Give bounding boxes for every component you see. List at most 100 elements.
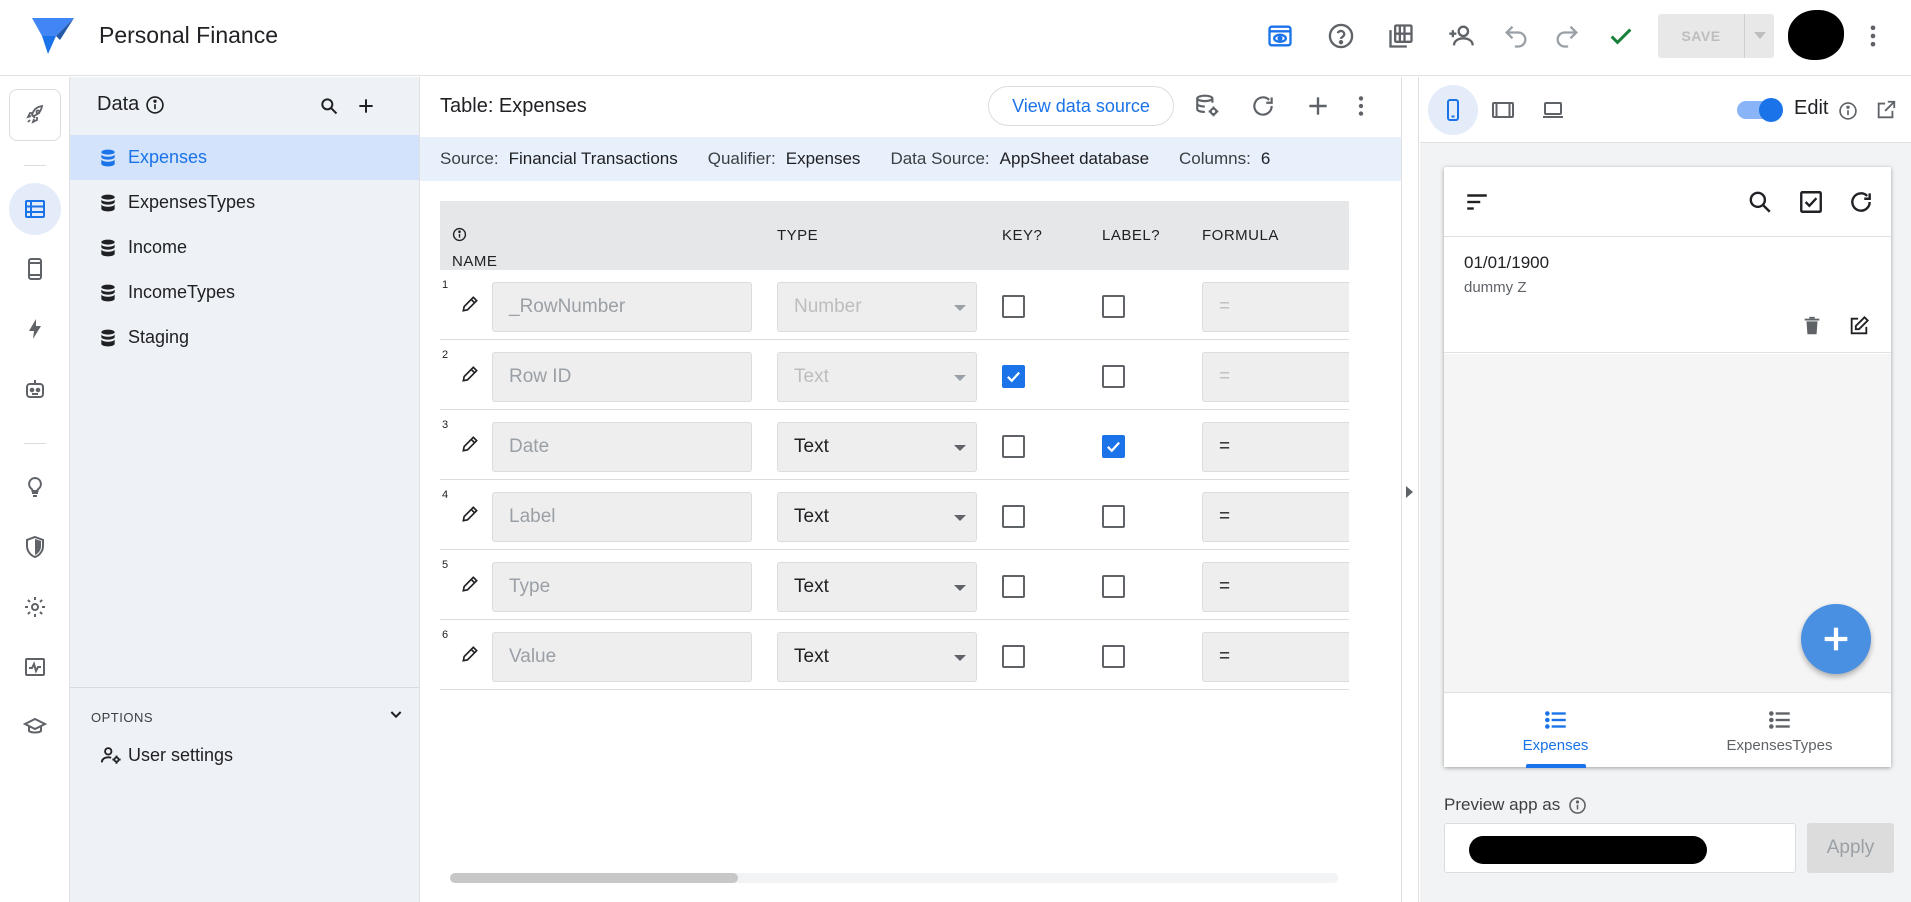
add-record-button[interactable]: [1801, 604, 1871, 674]
sort-icon[interactable]: [1462, 187, 1492, 217]
preview-icon[interactable]: [1262, 18, 1298, 54]
info-icon[interactable]: [452, 227, 467, 242]
open-in-new-icon[interactable]: [1875, 99, 1897, 121]
info-icon[interactable]: [145, 95, 165, 115]
edit-icon[interactable]: [1846, 313, 1872, 339]
pencil-icon[interactable]: [460, 574, 480, 594]
view-data-source-button[interactable]: View data source: [988, 86, 1174, 126]
refresh-icon[interactable]: [1246, 89, 1280, 123]
column-type-select[interactable]: Text: [777, 352, 977, 402]
table-item-expenses[interactable]: Expenses: [70, 135, 419, 180]
label-checkbox[interactable]: [1102, 505, 1125, 528]
apply-button[interactable]: Apply: [1807, 823, 1894, 873]
search-icon[interactable]: [316, 93, 342, 119]
edit-toggle[interactable]: [1737, 98, 1783, 122]
column-type-select[interactable]: Number: [777, 282, 977, 332]
add-column-icon[interactable]: [1301, 89, 1335, 123]
tablet-device-icon[interactable]: [1478, 85, 1528, 135]
undo-icon[interactable]: [1498, 18, 1534, 54]
share-add-person-icon[interactable]: [1443, 18, 1479, 54]
table-item-income[interactable]: Income: [70, 225, 419, 270]
redo-icon[interactable]: [1549, 18, 1585, 54]
formula-field[interactable]: =: [1202, 422, 1349, 472]
columns-value: 6: [1260, 149, 1271, 168]
key-checkbox[interactable]: [1002, 365, 1025, 388]
security-shield-icon[interactable]: [9, 521, 61, 573]
add-table-icon[interactable]: [353, 93, 379, 119]
user-settings-link[interactable]: User settings: [100, 744, 233, 766]
rocket-icon[interactable]: [9, 89, 61, 141]
pencil-icon[interactable]: [460, 644, 480, 664]
key-checkbox[interactable]: [1002, 575, 1025, 598]
chevron-down-icon[interactable]: [388, 706, 404, 727]
help-icon[interactable]: [1323, 18, 1359, 54]
formula-field[interactable]: =: [1202, 632, 1349, 682]
label-checkbox[interactable]: [1102, 365, 1125, 388]
preview-collapse-handle[interactable]: [1401, 77, 1419, 902]
label-checkbox[interactable]: [1102, 645, 1125, 668]
nav-tab-expensestypes[interactable]: ExpensesTypes: [1668, 693, 1891, 768]
column-name-field[interactable]: Value: [492, 632, 752, 682]
column-type-select[interactable]: Text: [777, 492, 977, 542]
preview-user-input[interactable]: [1444, 823, 1796, 873]
key-checkbox[interactable]: [1002, 505, 1025, 528]
formula-field[interactable]: =: [1202, 562, 1349, 612]
horizontal-scrollbar[interactable]: [450, 873, 1338, 883]
column-name-field[interactable]: Date: [492, 422, 752, 472]
save-dropdown-button[interactable]: [1744, 14, 1774, 58]
column-type-select[interactable]: Text: [777, 422, 977, 472]
column-type-select[interactable]: Text: [777, 562, 977, 612]
gallery-icon[interactable]: [1383, 18, 1419, 54]
search-icon[interactable]: [1745, 187, 1775, 217]
pencil-icon[interactable]: [460, 364, 480, 384]
table-item-staging[interactable]: Staging: [70, 315, 419, 360]
learn-school-icon[interactable]: [9, 701, 61, 753]
database-settings-icon[interactable]: [1190, 89, 1224, 123]
mobile-device-icon[interactable]: [1428, 85, 1478, 135]
list-item[interactable]: 01/01/1900 dummy Z: [1444, 237, 1891, 353]
pencil-icon[interactable]: [460, 504, 480, 524]
info-icon[interactable]: [1568, 796, 1587, 815]
label-checkbox[interactable]: [1102, 295, 1125, 318]
views-phone-icon[interactable]: [9, 243, 61, 295]
pencil-icon[interactable]: [460, 294, 480, 314]
bot-icon[interactable]: [9, 363, 61, 415]
formula-field[interactable]: =: [1202, 492, 1349, 542]
label-checkbox[interactable]: [1102, 435, 1125, 458]
lightbulb-icon[interactable]: [9, 461, 61, 513]
column-name-field[interactable]: Type: [492, 562, 752, 612]
bottom-nav: Expenses ExpensesTypes: [1444, 692, 1891, 768]
column-name-field[interactable]: Row ID: [492, 352, 752, 402]
table-item-expensestypes[interactable]: ExpensesTypes: [70, 180, 419, 225]
select-checkbox-icon[interactable]: [1796, 187, 1826, 217]
table-item-incometypes[interactable]: IncomeTypes: [70, 270, 419, 315]
formula-field[interactable]: =: [1202, 352, 1349, 402]
formula-field[interactable]: =: [1202, 282, 1349, 332]
scrollbar-thumb[interactable]: [450, 873, 738, 883]
label-checkbox[interactable]: [1102, 575, 1125, 598]
delete-icon[interactable]: [1799, 313, 1825, 339]
appsheet-logo[interactable]: [32, 18, 74, 54]
key-checkbox[interactable]: [1002, 435, 1025, 458]
info-icon[interactable]: [1838, 101, 1858, 121]
settings-gear-icon[interactable]: [9, 581, 61, 633]
column-type-select[interactable]: Text: [777, 632, 977, 682]
automation-bolt-icon[interactable]: [9, 303, 61, 355]
arrow-right-icon: [1406, 486, 1413, 498]
header-name: NAME: [452, 227, 497, 270]
refresh-icon[interactable]: [1846, 187, 1876, 217]
monitor-activity-icon[interactable]: [9, 641, 61, 693]
nav-tab-expenses[interactable]: Expenses: [1444, 693, 1667, 768]
check-icon[interactable]: [1603, 18, 1639, 54]
desktop-device-icon[interactable]: [1528, 85, 1578, 135]
more-vert-icon[interactable]: [1344, 89, 1378, 123]
column-name-field[interactable]: Label: [492, 492, 752, 542]
avatar[interactable]: [1788, 10, 1844, 60]
column-name-field[interactable]: _RowNumber: [492, 282, 752, 332]
save-button[interactable]: SAVE: [1658, 14, 1744, 58]
more-vert-icon[interactable]: [1855, 18, 1891, 54]
key-checkbox[interactable]: [1002, 645, 1025, 668]
pencil-icon[interactable]: [460, 434, 480, 454]
data-table-icon[interactable]: [9, 183, 61, 235]
key-checkbox[interactable]: [1002, 295, 1025, 318]
